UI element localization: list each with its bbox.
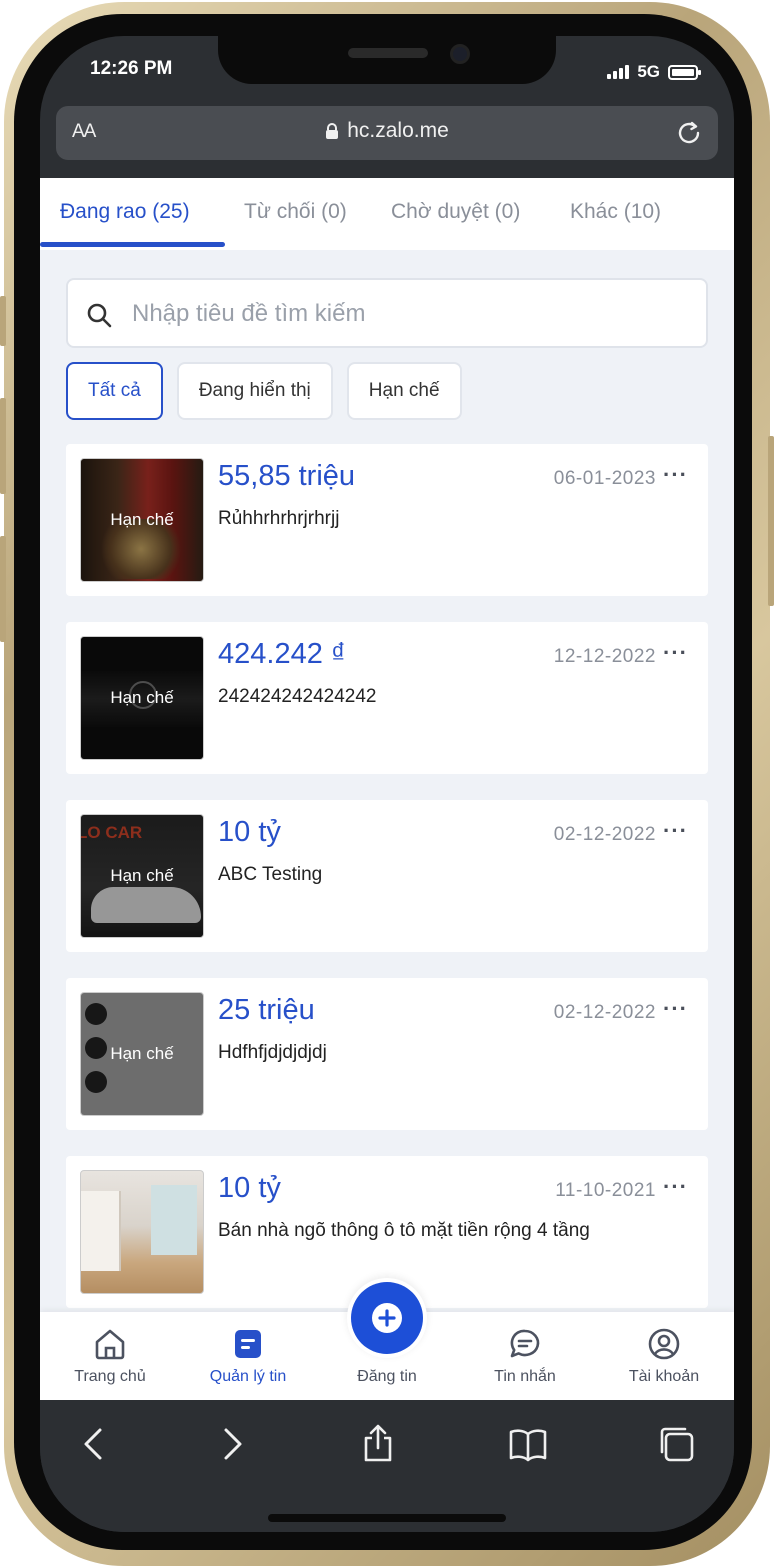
listing-title: Rủhhrhrhrjrhrjj [218,508,340,529]
plus-circle-icon [372,1303,402,1333]
listing-card[interactable]: Hạn chế 25 triệu Hdfhfjdjdjdjdj 02-12-20… [66,978,708,1130]
nav-account-label: Tài khoản [628,1368,700,1385]
tab-rejected[interactable]: Từ chối (0) [244,200,347,224]
listing-price: 10 tỷ [218,816,281,848]
chat-icon [510,1329,540,1358]
more-options-icon[interactable]: ··· [663,462,688,488]
listing-card[interactable]: Hạn chế 55,85 triệu Rủhhrhrhrjrhrjj 06-0… [66,444,708,596]
home-indicator [268,1514,506,1522]
post-button-circle [351,1282,423,1354]
filter-restricted[interactable]: Hạn chế [346,362,462,420]
restricted-label: Hạn chế [81,815,203,937]
home-icon [95,1329,125,1360]
nav-home[interactable]: Trang chủ [50,1326,170,1386]
tab-active-listings[interactable]: Đang rao (25) [60,200,190,224]
listing-thumbnail: Hạn chế [80,992,204,1116]
nav-manage-label: Quản lý tin [209,1368,287,1385]
restricted-label: Hạn chế [81,993,203,1115]
address-bar[interactable]: AA hc.zalo.me [56,106,718,160]
filter-chips: Tất cả Đang hiển thị Hạn chế [66,362,462,420]
lock-icon [326,123,339,139]
power-button [768,436,774,606]
listing-title: 242424242424242 [218,686,377,707]
listing-card[interactable]: Hạn chế 424.242 ₫ 242424242424242 12-12-… [66,622,708,774]
camera-icon [450,44,470,64]
tab-other[interactable]: Khác (10) [570,200,661,224]
tab-pending[interactable]: Chờ duyệt (0) [391,200,520,224]
url-text: hc.zalo.me [347,119,449,142]
listing-thumbnail: Hạn chế [80,636,204,760]
notch [218,36,556,84]
reload-icon[interactable] [674,118,704,148]
listing-thumbnail [80,1170,204,1294]
listing-price: 10 tỷ [218,1172,281,1204]
account-icon [648,1328,680,1360]
mute-switch [0,296,6,346]
search-box[interactable] [66,278,708,348]
screen: 12:26 PM 5G AA hc.zalo.me Đang rao (25) … [40,36,734,1532]
tabs-icon[interactable] [656,1424,696,1464]
listing-manager-icon [235,1330,261,1358]
status-time: 12:26 PM [90,58,173,79]
restricted-label: Hạn chế [81,459,203,581]
post-listing-button[interactable] [347,1278,427,1358]
listing-price: 424.242 ₫ [218,638,346,670]
status-tabs: Đang rao (25) Từ chối (0) Chờ duyệt (0) … [40,178,734,250]
nav-messages-label: Tin nhắn [494,1368,556,1385]
network-label: 5G [637,62,660,81]
listing-title: Hdfhfjdjdjdjdj [218,1042,327,1063]
listing-thumbnail: LO CAR Hạn chế [80,814,204,938]
web-content: Đang rao (25) Từ chối (0) Chờ duyệt (0) … [40,178,734,1400]
nav-manage-listings[interactable]: Quản lý tin [188,1326,308,1386]
listing-date: 12-12-2022 [553,646,656,667]
status-indicators: 5G [607,62,701,82]
search-input[interactable] [132,294,692,334]
listing-thumbnail: Hạn chế [80,458,204,582]
speaker [348,48,428,58]
nav-account[interactable]: Tài khoản [604,1326,724,1386]
listing-title: ABC Testing [218,864,323,885]
volume-down-button [0,536,6,642]
url-display[interactable]: hc.zalo.me [56,119,718,143]
more-options-icon[interactable]: ··· [663,996,688,1022]
listing-card[interactable]: LO CAR Hạn chế 10 tỷ ABC Testing 02-12-2… [66,800,708,952]
nav-messages[interactable]: Tin nhắn [465,1326,585,1386]
more-options-icon[interactable]: ··· [663,818,688,844]
battery-icon [668,64,701,80]
more-options-icon[interactable]: ··· [663,1174,688,1200]
nav-post-label: Đăng tin [357,1368,417,1385]
listing-price: 55,85 triệu [218,460,356,492]
forward-icon[interactable] [212,1424,252,1464]
back-icon[interactable] [74,1424,114,1464]
browser-toolbar [40,1400,734,1532]
volume-up-button [0,398,6,494]
listing-title: Bán nhà ngõ thông ô tô mặt tiền rộng 4 t… [218,1220,590,1241]
listing-price: 25 triệu [218,994,315,1026]
listing-date: 02-12-2022 [553,824,656,845]
tab-indicator [40,242,225,247]
search-icon [87,303,112,328]
listing-date: 11-10-2021 [555,1180,656,1201]
nav-home-label: Trang chủ [74,1368,146,1385]
restricted-label: Hạn chế [81,637,203,759]
listing-date: 02-12-2022 [553,1002,656,1023]
nav-post[interactable]: Đăng tin [327,1368,447,1386]
share-icon[interactable] [358,1424,398,1464]
more-options-icon[interactable]: ··· [663,640,688,666]
signal-icon [607,65,630,79]
bottom-nav: Trang chủ Quản lý tin Đăng tin Tin nhắn … [40,1278,734,1400]
filter-all[interactable]: Tất cả [66,362,163,420]
bookmarks-icon[interactable] [508,1424,548,1464]
listing-date: 06-01-2023 [553,468,656,489]
filter-visible[interactable]: Đang hiển thị [176,362,333,420]
